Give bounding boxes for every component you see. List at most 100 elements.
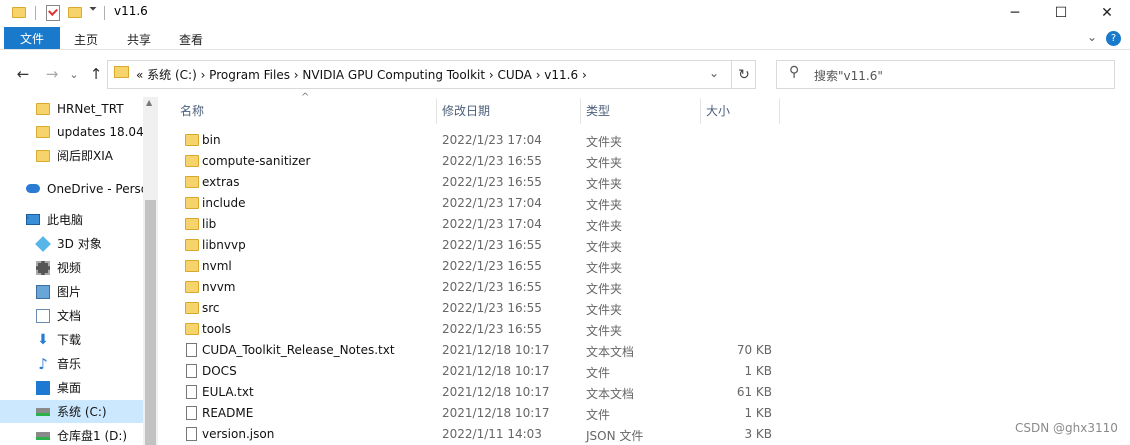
nav-item[interactable]: 图片 — [0, 280, 143, 303]
window-title: v11.6 — [114, 4, 148, 18]
file-date: 2022/1/23 16:55 — [442, 280, 542, 294]
tab-share[interactable]: 共享 — [127, 31, 151, 48]
nav-item-label: 3D 对象 — [57, 237, 102, 251]
minimize-button[interactable]: ─ — [992, 0, 1038, 26]
file-name: src — [202, 301, 220, 315]
nav-item[interactable]: 视频 — [0, 256, 143, 279]
new-folder-icon[interactable] — [68, 7, 82, 18]
nav-item[interactable]: HRNet_TRT — [0, 97, 143, 120]
nav-item[interactable]: OneDrive - Perso — [0, 177, 143, 200]
help-icon[interactable]: ? — [1106, 31, 1121, 46]
document-icon — [36, 308, 50, 323]
ribbon — [0, 26, 1130, 50]
file-size: 3 KB — [744, 427, 772, 441]
file-row[interactable]: EULA.txt 2021/12/18 10:17 文本文档 61 KB — [158, 382, 1118, 403]
file-row[interactable]: compute-sanitizer 2022/1/23 16:55 文件夹 — [158, 151, 1118, 172]
address-dropdown-icon[interactable]: ⌄ — [709, 66, 719, 80]
back-button[interactable]: ← — [13, 64, 33, 84]
file-row[interactable]: extras 2022/1/23 16:55 文件夹 — [158, 172, 1118, 193]
file-name: README — [202, 406, 254, 420]
file-name: libnvvp — [202, 238, 246, 252]
up-button[interactable]: ↑ — [86, 64, 106, 84]
file-name: EULA.txt — [202, 385, 254, 399]
nav-item[interactable]: 仓库盘1 (D:) — [0, 424, 143, 445]
folder-icon — [185, 239, 199, 251]
column-divider[interactable] — [580, 98, 581, 124]
column-header-date[interactable]: 修改日期 — [442, 102, 490, 119]
tab-home[interactable]: 主页 — [74, 31, 98, 48]
nav-item-label: 系统 (C:) — [57, 405, 107, 419]
column-divider[interactable] — [700, 98, 701, 124]
properties-icon[interactable] — [46, 5, 60, 21]
file-row[interactable]: README 2021/12/18 10:17 文件 1 KB — [158, 403, 1118, 424]
nav-item[interactable]: 阅后即XIA — [0, 144, 143, 167]
file-date: 2021/12/18 10:17 — [442, 406, 550, 420]
file-name: nvml — [202, 259, 232, 273]
nav-item[interactable]: ⬇ 下载 — [0, 328, 143, 351]
column-divider[interactable] — [779, 98, 780, 124]
file-icon — [186, 427, 197, 441]
title-bar — [0, 0, 1130, 26]
tab-view[interactable]: 查看 — [179, 31, 203, 48]
column-header-name[interactable]: 名称 — [180, 102, 204, 119]
folder-icon — [185, 176, 199, 188]
navigation-pane: HRNet_TRT updates 18.04. 阅后即XIA OneDrive - … — [0, 97, 158, 445]
file-row[interactable]: libnvvp 2022/1/23 16:55 文件夹 — [158, 235, 1118, 256]
file-type: 文件夹 — [586, 156, 623, 170]
tab-file[interactable]: 文件 — [4, 27, 60, 49]
nav-item-label: 阅后即XIA — [57, 149, 113, 163]
column-header-size[interactable]: 大小 — [706, 102, 730, 119]
nav-scrollbar-thumb[interactable] — [145, 200, 156, 445]
column-divider[interactable] — [436, 98, 437, 124]
nav-item[interactable]: updates 18.04. — [0, 120, 143, 143]
check-icon — [48, 6, 58, 16]
file-row[interactable]: lib 2022/1/23 17:04 文件夹 — [158, 214, 1118, 235]
nav-item[interactable]: 文档 — [0, 304, 143, 327]
nav-item[interactable]: ♪ 音乐 — [0, 352, 143, 375]
refresh-button[interactable]: ↻ — [731, 60, 756, 89]
nav-item[interactable]: 系统 (C:) — [0, 400, 143, 423]
file-date: 2021/12/18 10:17 — [442, 343, 550, 357]
search-input[interactable]: 搜索"v11.6" — [814, 67, 883, 84]
file-date: 2022/1/23 16:55 — [442, 154, 542, 168]
file-date: 2022/1/23 17:04 — [442, 196, 542, 210]
ribbon-expand-icon[interactable]: ⌄ — [1087, 30, 1097, 44]
column-header-type[interactable]: 类型 — [586, 102, 610, 119]
file-row[interactable]: CUDA_Toolkit_Release_Notes.txt 2021/12/18… — [158, 340, 1118, 361]
nav-item[interactable]: 3D 对象 — [0, 232, 143, 255]
file-row[interactable]: tools 2022/1/23 16:55 文件夹 — [158, 319, 1118, 340]
expand-chevron-icon[interactable]: › — [26, 213, 29, 222]
file-date: 2022/1/23 16:55 — [442, 322, 542, 336]
forward-button[interactable]: → — [42, 64, 62, 84]
file-row[interactable]: nvvm 2022/1/23 16:55 文件夹 — [158, 277, 1118, 298]
folder-icon — [185, 155, 199, 167]
folder-icon — [36, 125, 50, 138]
nav-item-label: 仓库盘1 (D:) — [57, 429, 128, 443]
scroll-up-icon[interactable]: ▲ — [146, 98, 152, 107]
file-row[interactable]: nvml 2022/1/23 16:55 文件夹 — [158, 256, 1118, 277]
nav-item[interactable]: 桌面 — [0, 376, 143, 399]
recent-locations-button[interactable]: ⌄ — [64, 64, 84, 84]
file-date: 2021/12/18 10:17 — [442, 364, 550, 378]
file-date: 2022/1/23 16:55 — [442, 238, 542, 252]
nav-item-label: 下载 — [57, 333, 82, 347]
file-type: 文件夹 — [586, 219, 623, 233]
breadcrumb[interactable]: « 系统 (C:) › Program Files › NVIDIA GPU C… — [136, 66, 587, 83]
file-type: 文件夹 — [586, 177, 623, 191]
file-row[interactable]: src 2022/1/23 16:55 文件夹 — [158, 298, 1118, 319]
customize-quick-access-icon[interactable]: ⏷ — [89, 4, 97, 15]
file-icon — [186, 364, 197, 378]
file-row[interactable]: version.json 2022/1/11 14:03 JSON 文件 3 KB — [158, 424, 1118, 445]
folder-icon — [114, 66, 129, 78]
file-row[interactable]: bin 2022/1/23 17:04 文件夹 — [158, 130, 1118, 151]
file-row[interactable]: include 2022/1/23 17:04 文件夹 — [158, 193, 1118, 214]
close-button[interactable]: ✕ — [1084, 0, 1130, 26]
watermark: CSDN @ghx3110 — [1015, 421, 1118, 435]
maximize-button[interactable]: ☐ — [1038, 0, 1084, 26]
folder-icon — [36, 149, 50, 162]
nav-item[interactable]: 此电脑 — [0, 208, 143, 231]
folder-icon — [185, 218, 199, 230]
file-date: 2022/1/23 17:04 — [442, 133, 542, 147]
file-row[interactable]: DOCS 2021/12/18 10:17 文件 1 KB — [158, 361, 1118, 382]
video-icon — [36, 260, 50, 275]
